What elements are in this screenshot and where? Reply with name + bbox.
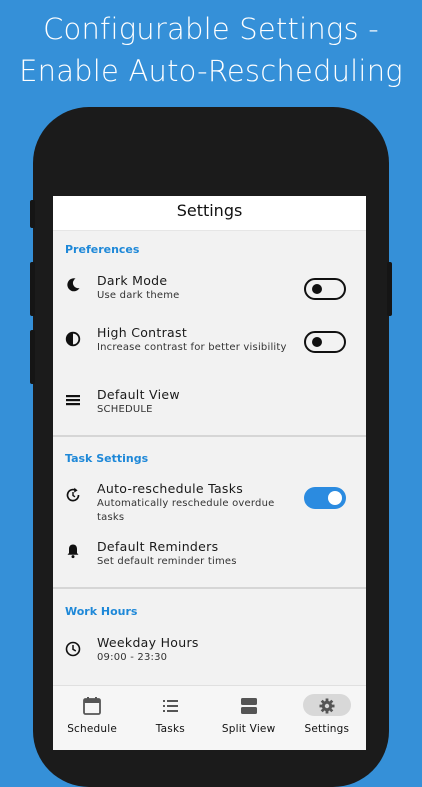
app-bar: Settings — [53, 196, 366, 231]
dark-mode-title: Dark Mode — [97, 273, 168, 288]
gear-icon — [319, 698, 335, 714]
default-reminders-title: Default Reminders — [97, 539, 219, 554]
nav-schedule[interactable]: Schedule — [53, 686, 131, 750]
section-title-preferences: Preferences — [65, 243, 140, 256]
weekday-hours-value: 09:00 - 23:30 — [97, 652, 168, 663]
setting-weekday-hours[interactable]: Weekday Hours 09:00 - 23:30 — [53, 633, 366, 683]
setting-dark-mode[interactable]: Dark Mode Use dark theme — [53, 267, 366, 321]
dark-mode-subtitle: Use dark theme — [97, 290, 180, 301]
preferences-section: Preferences Dark Mode Use dark theme Hig… — [53, 231, 366, 435]
default-view-value: SCHEDULE — [97, 404, 153, 415]
list-icon — [163, 700, 179, 712]
setting-auto-reschedule[interactable]: Auto-reschedule Tasks Automatically resc… — [53, 479, 366, 533]
reschedule-icon — [66, 487, 80, 502]
contrast-icon — [65, 331, 81, 347]
default-reminders-subtitle: Set default reminder times — [97, 556, 237, 567]
auto-reschedule-title: Auto-reschedule Tasks — [97, 481, 244, 496]
bell-icon — [67, 544, 79, 559]
nav-split-view[interactable]: Split View — [210, 686, 288, 750]
weekday-hours-title: Weekday Hours — [97, 635, 199, 650]
app-screen: Settings Preferences Dark Mode Use dark … — [53, 196, 366, 750]
setting-high-contrast[interactable]: High Contrast Increase contrast for bett… — [53, 321, 366, 381]
phone-volume-down-button — [30, 330, 35, 384]
setting-default-reminders[interactable]: Default Reminders Set default reminder t… — [53, 533, 366, 587]
work-hours-section: Work Hours Weekday Hours 09:00 - 23:30 — [53, 589, 366, 683]
nav-settings[interactable]: Settings — [288, 686, 366, 750]
default-view-title: Default View — [97, 387, 180, 402]
clock-icon — [65, 641, 81, 657]
phone-side-button — [30, 200, 35, 228]
promo-headline-line1: Configurable Settings - — [43, 12, 379, 46]
page-title: Settings — [176, 201, 243, 220]
nav-schedule-label: Schedule — [67, 723, 118, 735]
dark-mode-toggle[interactable] — [304, 278, 346, 300]
promo-headline-line2: Enable Auto-Rescheduling — [19, 54, 403, 88]
task-settings-section: Task Settings Auto-reschedule Tasks Auto… — [53, 437, 366, 587]
section-title-task-settings: Task Settings — [65, 452, 149, 465]
high-contrast-toggle[interactable] — [304, 331, 346, 353]
setting-default-view[interactable]: Default View SCHEDULE — [53, 381, 366, 435]
phone-volume-up-button — [30, 262, 35, 316]
section-title-work-hours: Work Hours — [65, 605, 138, 618]
high-contrast-subtitle: Increase contrast for better visibility — [97, 342, 287, 353]
toggle-knob — [312, 337, 322, 347]
split-view-icon — [240, 698, 257, 714]
bottom-navigation: Schedule Tasks Split View Settings — [53, 685, 366, 750]
moon-icon — [67, 278, 80, 292]
nav-settings-label: Settings — [304, 723, 350, 735]
toggle-knob — [312, 284, 322, 294]
high-contrast-title: High Contrast — [97, 325, 188, 340]
toggle-knob — [328, 491, 342, 505]
view-icon — [66, 395, 80, 406]
auto-reschedule-toggle[interactable] — [304, 487, 346, 509]
promo-headline: Configurable Settings - Enable Auto-Resc… — [0, 8, 422, 92]
auto-reschedule-subtitle: Automatically reschedule overdue tasks — [97, 498, 275, 523]
nav-split-view-label: Split View — [221, 723, 276, 735]
calendar-icon — [83, 697, 102, 715]
nav-tasks-label: Tasks — [155, 723, 185, 735]
phone-power-button — [387, 262, 392, 316]
nav-tasks[interactable]: Tasks — [131, 686, 209, 750]
